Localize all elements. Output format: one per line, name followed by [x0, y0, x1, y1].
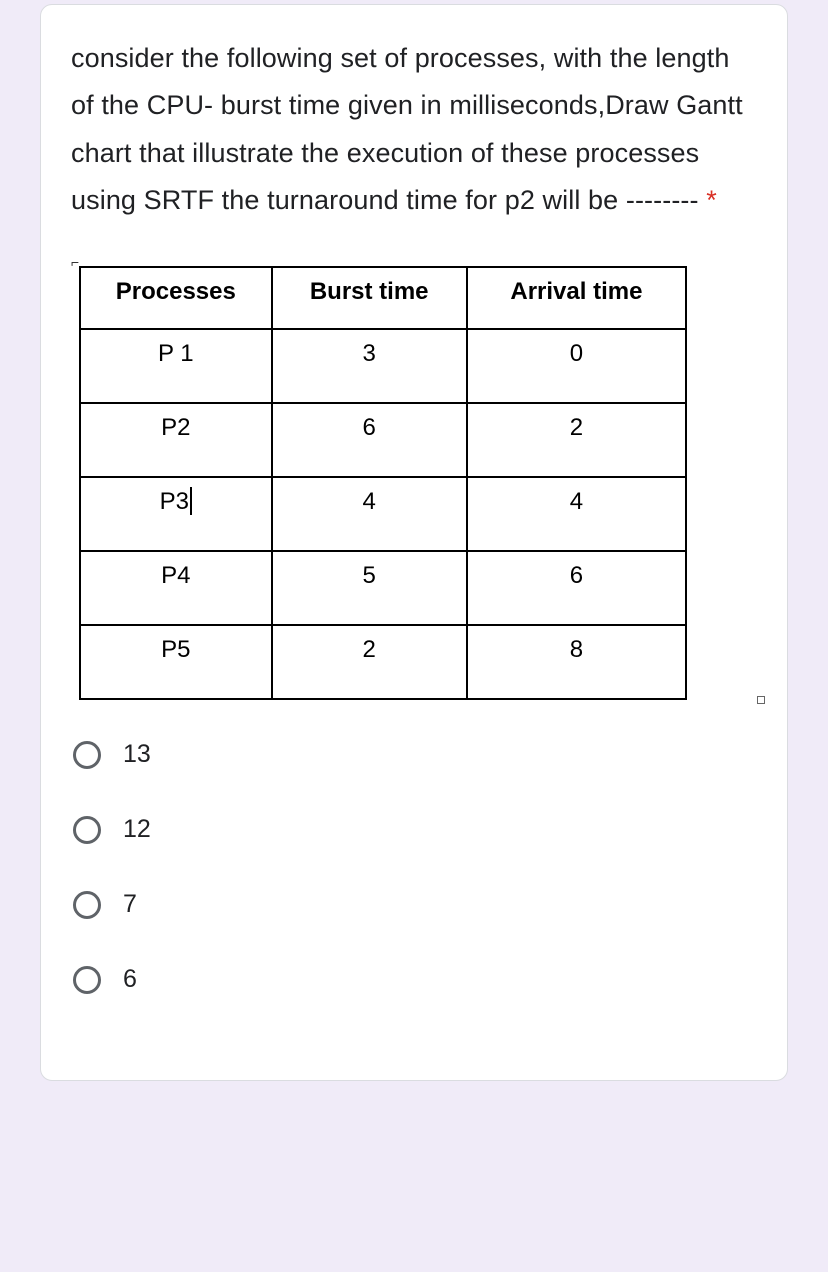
cell-arrival: 0: [467, 329, 686, 403]
radio-icon: [73, 816, 101, 844]
cell-process: P 1: [80, 329, 272, 403]
process-table-wrap: ⌐ Processes Burst time Arrival time P 13…: [71, 266, 757, 700]
radio-option[interactable]: 12: [73, 815, 757, 844]
cell-burst: 6: [272, 403, 467, 477]
process-table: Processes Burst time Arrival time P 130P…: [79, 266, 687, 700]
table-row: P344: [80, 477, 686, 551]
cell-process: P3: [80, 477, 272, 551]
radio-option[interactable]: 6: [73, 965, 757, 994]
table-row: P 130: [80, 329, 686, 403]
header-arrival: Arrival time: [467, 267, 686, 329]
question-body: consider the following set of processes,…: [71, 43, 743, 215]
table-header-row: Processes Burst time Arrival time: [80, 267, 686, 329]
options-group: 13 12 7 6: [73, 740, 757, 994]
table-row: P456: [80, 551, 686, 625]
required-asterisk: *: [706, 185, 717, 215]
option-label: 13: [123, 740, 151, 769]
cell-process: P4: [80, 551, 272, 625]
cell-process: P2: [80, 403, 272, 477]
radio-icon: [73, 741, 101, 769]
cell-arrival: 4: [467, 477, 686, 551]
table-body: P 130P262P344P456P528: [80, 329, 686, 699]
radio-option[interactable]: 7: [73, 890, 757, 919]
table-row: P262: [80, 403, 686, 477]
radio-icon: [73, 966, 101, 994]
cell-arrival: 8: [467, 625, 686, 699]
option-label: 7: [123, 890, 137, 919]
question-text: consider the following set of processes,…: [71, 35, 757, 224]
cell-arrival: 2: [467, 403, 686, 477]
radio-option[interactable]: 13: [73, 740, 757, 769]
cell-process: P5: [80, 625, 272, 699]
radio-icon: [73, 891, 101, 919]
cell-burst: 5: [272, 551, 467, 625]
option-label: 6: [123, 965, 137, 994]
cell-burst: 3: [272, 329, 467, 403]
header-processes: Processes: [80, 267, 272, 329]
cell-burst: 2: [272, 625, 467, 699]
image-anchor-top-left: ⌐: [71, 254, 81, 264]
cell-arrival: 6: [467, 551, 686, 625]
table-row: P528: [80, 625, 686, 699]
image-anchor-bottom-right: [757, 696, 765, 704]
header-burst: Burst time: [272, 267, 467, 329]
option-label: 12: [123, 815, 151, 844]
question-card: consider the following set of processes,…: [40, 4, 788, 1081]
cell-burst: 4: [272, 477, 467, 551]
